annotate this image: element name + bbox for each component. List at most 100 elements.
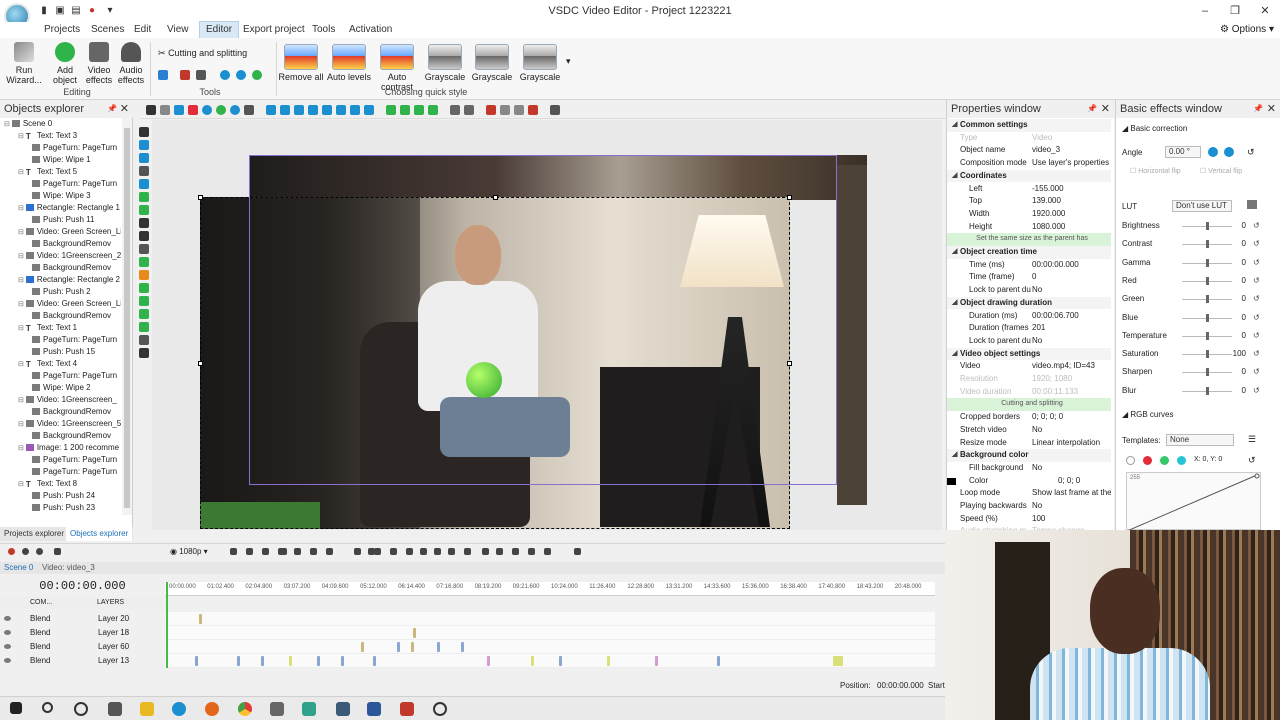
reset-icon[interactable]: ↺: [1253, 274, 1260, 288]
expand-icon[interactable]: ⊟: [18, 397, 26, 404]
property-value[interactable]: video.mp4; ID=43: [1032, 360, 1111, 373]
close-panel-icon[interactable]: ✕: [1101, 100, 1110, 118]
property-value[interactable]: 139.000: [1032, 195, 1111, 208]
align-bottom-icon[interactable]: [336, 105, 346, 115]
curve-red-dot[interactable]: [1143, 456, 1152, 465]
property-row[interactable]: Resolution 1920; 1080: [947, 373, 1111, 386]
property-value[interactable]: Video: [1032, 132, 1111, 145]
step-forward-icon[interactable]: [448, 548, 455, 555]
menu-scenes[interactable]: Scenes: [85, 22, 130, 38]
tree-item[interactable]: BackgroundRemov: [0, 262, 121, 274]
curve-blue-dot[interactable]: [1177, 456, 1186, 465]
timeline-clip[interactable]: [199, 614, 202, 624]
slider-knob[interactable]: [1206, 331, 1209, 340]
slider-value[interactable]: 100: [1226, 347, 1246, 361]
timeline-clip[interactable]: [317, 656, 320, 666]
stretch-icon[interactable]: [528, 105, 538, 115]
tab-scene-0[interactable]: Scene 0: [4, 562, 33, 574]
basic-correction-header[interactable]: ◢ Basic correction: [1122, 124, 1187, 133]
property-row[interactable]: Left -155.000: [947, 183, 1111, 196]
collapse-icon[interactable]: ◢: [952, 449, 957, 462]
resize-handle[interactable]: [198, 195, 203, 200]
timeline-clip[interactable]: [397, 642, 400, 652]
timeline-clip[interactable]: [341, 656, 344, 666]
close-icon[interactable]: ✕: [1258, 4, 1272, 18]
slider-knob[interactable]: [1206, 368, 1209, 377]
property-row[interactable]: Duration (frames 201: [947, 322, 1111, 335]
timeline-clip[interactable]: [437, 642, 440, 652]
snap-icon[interactable]: [202, 105, 212, 115]
property-group-header[interactable]: ◢ Common settings: [947, 119, 1111, 132]
expand-icon[interactable]: ⊟: [18, 133, 26, 140]
property-value[interactable]: Use layer's properties: [1032, 157, 1111, 170]
store-icon[interactable]: [270, 702, 284, 716]
image-tool-icon[interactable]: [139, 153, 149, 163]
align-middle-icon[interactable]: [322, 105, 332, 115]
timeline-clip[interactable]: [655, 656, 658, 666]
trim-icon[interactable]: [528, 548, 535, 555]
reset-icon[interactable]: ↺: [1253, 365, 1260, 379]
delete-icon[interactable]: [188, 105, 198, 115]
reset-icon[interactable]: ↺: [1253, 237, 1260, 251]
property-row[interactable]: Resize mode Linear interpolation: [947, 437, 1111, 450]
tree-item[interactable]: ⊟ Image: 1 200 recomme: [0, 442, 121, 454]
vertical-flip-checkbox[interactable]: ☐ Vertical flip: [1200, 167, 1242, 175]
layer-name[interactable]: Layer 18: [98, 626, 129, 640]
expand-icon[interactable]: ⊟: [18, 481, 26, 488]
tree-item[interactable]: BackgroundRemov: [0, 430, 121, 442]
menu-editor[interactable]: Editor: [199, 21, 240, 38]
zoom-in-icon[interactable]: [36, 548, 43, 555]
crop-icon[interactable]: [244, 105, 254, 115]
property-value[interactable]: 1920.000: [1032, 208, 1111, 221]
word-icon[interactable]: [367, 702, 381, 716]
fill-icon[interactable]: [514, 105, 524, 115]
trim-icon[interactable]: [180, 70, 190, 80]
property-value[interactable]: No: [1032, 500, 1111, 513]
align-right-icon[interactable]: [294, 105, 304, 115]
slider-value[interactable]: 0: [1226, 237, 1246, 251]
step-back-icon[interactable]: [390, 548, 397, 555]
free-shape-icon[interactable]: [139, 205, 149, 215]
slider-knob[interactable]: [1206, 258, 1209, 267]
tree-item[interactable]: BackgroundRemov: [0, 238, 121, 250]
property-row[interactable]: Height 1080.000: [947, 221, 1111, 234]
pause-icon[interactable]: [294, 548, 301, 555]
audio-icon[interactable]: [139, 296, 149, 306]
fit-icon[interactable]: [500, 105, 510, 115]
collapse-icon[interactable]: ◢: [952, 170, 957, 183]
tree-item[interactable]: ⊟ T Text: Text 4: [0, 358, 121, 370]
clock-icon[interactable]: [433, 702, 447, 716]
eye-icon[interactable]: [4, 630, 11, 635]
scrollbar-thumb[interactable]: [124, 128, 130, 508]
align-left-icon[interactable]: [266, 105, 276, 115]
slider-knob[interactable]: [1206, 295, 1209, 304]
layer-header[interactable]: Blend Layer 60: [0, 640, 165, 654]
timeline-ruler[interactable]: 00:00.000 01:02.400 02:04.800 03:07.200 04:0…: [165, 582, 935, 596]
property-value[interactable]: 0; 0; 0: [1045, 475, 1111, 488]
resize-handle[interactable]: [493, 195, 498, 200]
quick-style-grayscale[interactable]: Grayscale: [422, 44, 468, 82]
layer-lane[interactable]: [165, 654, 935, 668]
zoom-out-icon[interactable]: [22, 548, 29, 555]
layer-header[interactable]: Blend Layer 20: [0, 612, 165, 626]
app-icon[interactable]: [400, 702, 414, 716]
property-value[interactable]: No: [1032, 462, 1111, 475]
tab-projects-explorer[interactable]: Projects explorer: [0, 527, 68, 541]
subtitle-icon[interactable]: [139, 231, 149, 241]
tree-item[interactable]: PageTurn: PageTurn: [0, 142, 121, 154]
expand-icon[interactable]: ⊟: [18, 205, 26, 212]
move-bottom-icon[interactable]: [428, 105, 438, 115]
pin-icon[interactable]: 📌: [1087, 100, 1097, 118]
property-row[interactable]: Cropped borders 0; 0; 0; 0: [947, 411, 1111, 424]
reset-icon[interactable]: ↺: [1253, 384, 1260, 398]
expand-icon[interactable]: ⊟: [18, 229, 26, 236]
tree-item[interactable]: BackgroundRemov: [0, 310, 121, 322]
timeline-clip[interactable]: [531, 656, 534, 666]
ellipse-tool-icon[interactable]: [139, 192, 149, 202]
tree-item[interactable]: ⊟ T Text: Text 5: [0, 166, 121, 178]
folder-icon[interactable]: [1247, 200, 1257, 209]
effect-icon[interactable]: [139, 309, 149, 319]
tree-item[interactable]: ⊟ Scene 0: [0, 118, 121, 130]
property-group-header[interactable]: ◢ Background color: [947, 449, 1111, 462]
curve-green-dot[interactable]: [1160, 456, 1169, 465]
